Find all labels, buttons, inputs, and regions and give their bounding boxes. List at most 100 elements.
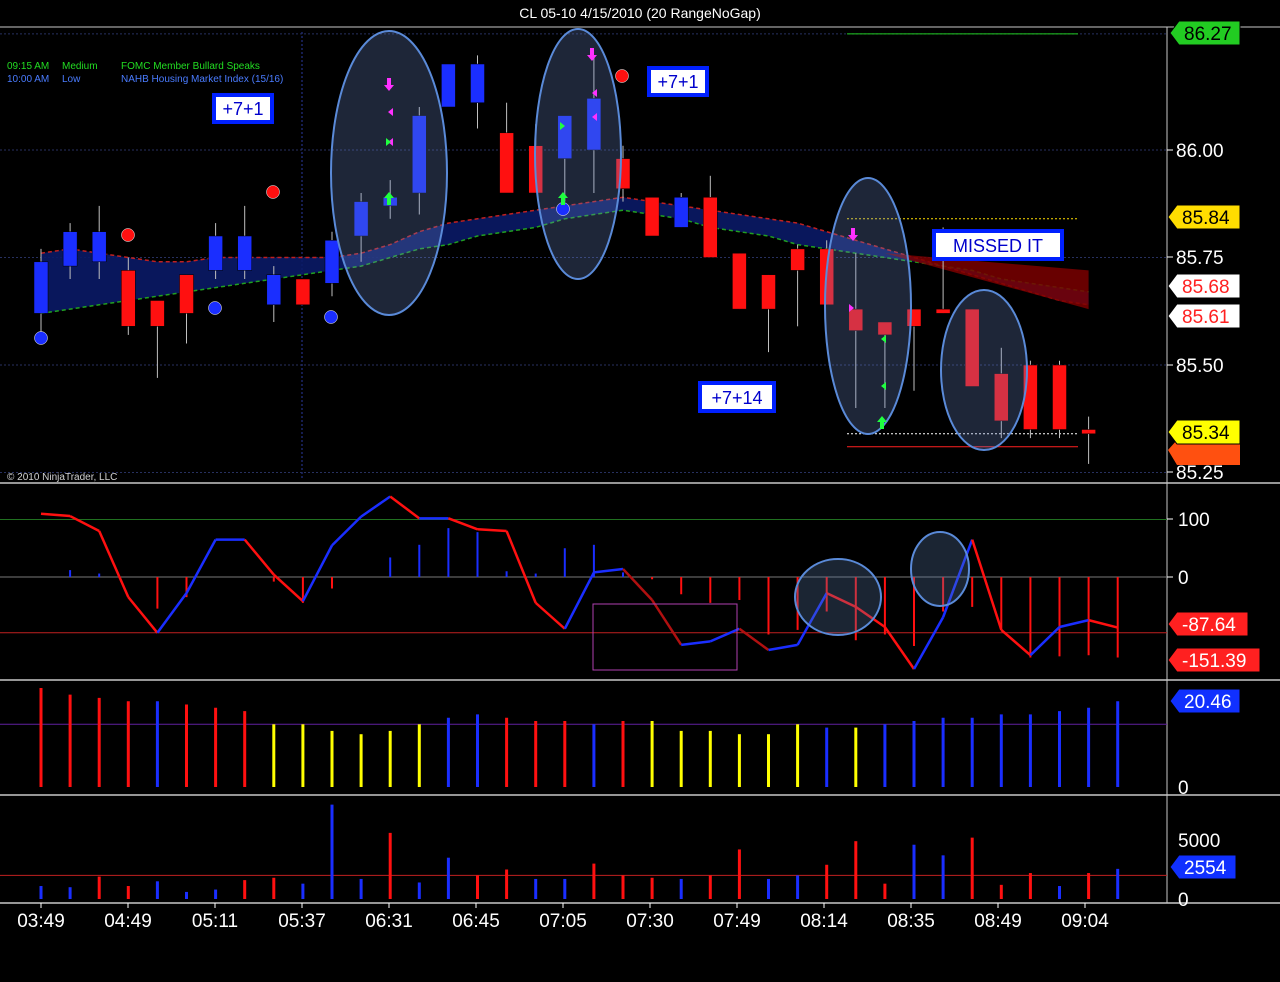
candle-body	[703, 197, 718, 258]
indicator-tick-label: 0	[1178, 778, 1189, 799]
osc-line-segment	[681, 640, 711, 647]
x-tick-label: 06:45	[452, 911, 500, 932]
price-badge-ref: 85.84	[1167, 204, 1241, 230]
x-tick-label: 08:35	[887, 911, 935, 932]
osc-badge-value-label: -87.64	[1182, 615, 1236, 636]
price-badge-upper-label: 85.68	[1182, 277, 1230, 298]
annotation-1: +7+1	[212, 93, 274, 124]
price-badge-upper: 85.68	[1167, 273, 1241, 299]
osc-badge-min: -151.39	[1167, 647, 1261, 673]
x-tick-label: 05:37	[278, 911, 326, 932]
osc-line-segment	[40, 512, 71, 518]
svg-text:+7+14: +7+14	[711, 388, 762, 408]
volume-badge: 2554	[1169, 854, 1237, 880]
osc-line-segment	[709, 627, 740, 643]
price-badge-lower-label: 85.61	[1182, 307, 1230, 328]
osc-line-segment	[301, 544, 334, 602]
candle-body	[790, 248, 805, 271]
news-text-2: NAHB Housing Market Index (15/16)	[121, 74, 283, 85]
candle-body	[324, 240, 340, 284]
annotation-4: MISSED IT	[932, 229, 1064, 261]
signal-dot-blue	[34, 331, 48, 345]
candle-body	[470, 63, 485, 103]
osc-line-segment	[622, 568, 654, 601]
osc-highlight-ellipse	[794, 558, 882, 636]
oscillator-panel	[0, 495, 1167, 671]
candle-body	[33, 261, 49, 314]
indicator-badge: 20.46	[1169, 688, 1241, 714]
x-tick-label: 07:30	[626, 911, 674, 932]
news-list: 09:15 AM Medium FOMC Member Bullard Spea…	[7, 61, 283, 85]
chart-canvas[interactable]: 86.00 85.75 85.50 85.25 100 0 0 5000 0 86.27 85.84…	[0, 0, 1280, 982]
osc-line-segment	[185, 539, 217, 594]
price-badge-lower: 85.61	[1167, 303, 1241, 329]
news-time-2: 10:00 AM	[7, 74, 49, 85]
volume-tick-label: 5000	[1178, 831, 1220, 852]
osc-line-segment	[272, 573, 304, 603]
osc-line-segment	[127, 596, 159, 634]
osc-highlight-box	[592, 603, 738, 671]
osc-tick-label: 0	[1178, 568, 1189, 589]
price-badge-high-label: 86.27	[1184, 24, 1232, 45]
x-tick-label: 05:11	[192, 911, 238, 932]
candle-body	[1081, 429, 1096, 435]
price-tick-label: 85.25	[1176, 463, 1224, 484]
svg-text:+7+1: +7+1	[657, 72, 698, 92]
osc-line-segment	[563, 571, 596, 630]
osc-tick-label: 100	[1178, 510, 1210, 531]
price-badge-last-label: 85.34	[1182, 423, 1230, 444]
x-tick-label: 08:49	[974, 911, 1022, 932]
candle-body	[62, 231, 78, 267]
osc-badge-min-label: -151.39	[1182, 651, 1246, 672]
osc-line-segment	[98, 530, 130, 598]
price-tick-label: 86.00	[1176, 141, 1224, 162]
osc-line-segment	[505, 530, 537, 604]
candle-body	[673, 197, 689, 228]
candle-body	[121, 270, 136, 327]
volume-panel	[0, 804, 1167, 899]
candle-body	[150, 300, 165, 327]
osc-line-segment	[389, 495, 421, 520]
osc-line-segment	[768, 643, 798, 652]
annotation-2: +7+1	[647, 66, 709, 97]
x-tick-label: 04:49	[104, 911, 152, 932]
copyright: © 2010 NinjaTrader, LLC	[7, 472, 117, 483]
price-tick-label: 85.50	[1176, 356, 1224, 377]
x-tick-label: 09:04	[1061, 911, 1109, 932]
osc-line-segment	[156, 592, 188, 634]
price-badge-high: 86.27	[1169, 20, 1241, 46]
news-impact-2: Low	[62, 74, 81, 85]
osc-badge-value: -87.64	[1167, 611, 1249, 637]
signal-dot-red	[121, 228, 135, 242]
osc-line-segment	[912, 616, 945, 670]
candle-body	[644, 197, 660, 237]
osc-line-segment	[971, 539, 1003, 631]
news-impact-1: Medium	[62, 61, 98, 72]
osc-line-segment	[651, 599, 683, 646]
highlight-ellipse	[330, 30, 448, 316]
osc-line-segment	[243, 538, 275, 576]
news-time-1: 09:15 AM	[7, 61, 49, 72]
x-tick-label: 08:14	[800, 911, 848, 932]
candle-body	[237, 235, 252, 271]
osc-line-segment	[360, 495, 391, 518]
highlight-ellipse	[534, 28, 622, 280]
candle-body	[179, 274, 194, 314]
osc-line-segment	[1088, 618, 1119, 629]
drawn-markers	[34, 28, 1028, 636]
candle-body	[208, 235, 223, 271]
candle-body	[732, 252, 747, 310]
signal-dot-red	[615, 69, 629, 83]
osc-line-segment	[593, 567, 624, 574]
candle-body	[441, 63, 456, 108]
osc-line-segment	[1059, 618, 1089, 629]
volume-badge-label: 2554	[1184, 858, 1227, 879]
osc-line-segment	[1000, 628, 1032, 657]
volume-tick-label: 0	[1178, 890, 1189, 911]
osc-line-segment	[883, 626, 916, 670]
price-tick-label: 85.75	[1176, 248, 1224, 269]
candle-body	[266, 274, 282, 306]
signal-dot-blue	[208, 301, 222, 315]
signal-dot-blue	[324, 310, 338, 324]
candle-body	[935, 308, 951, 314]
